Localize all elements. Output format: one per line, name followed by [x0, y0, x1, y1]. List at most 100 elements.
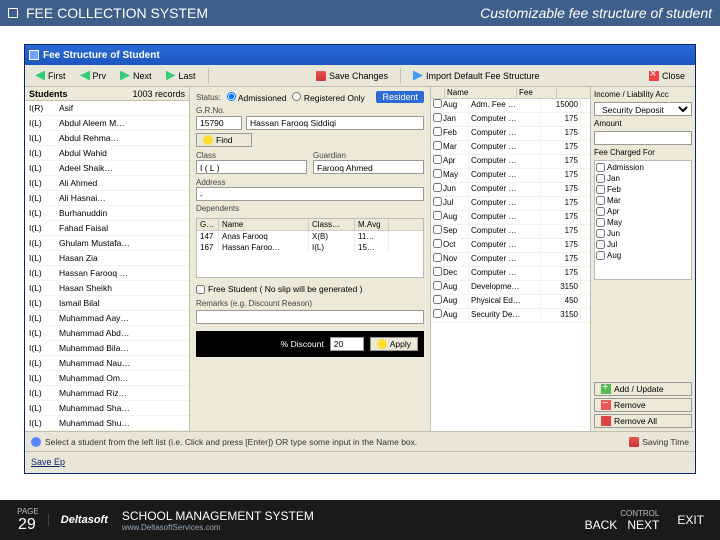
- list-item[interactable]: I(L)Muhammad Abd…: [25, 326, 189, 341]
- list-item[interactable]: I(L)Abdul Rehma…: [25, 131, 189, 146]
- income-select[interactable]: Security Deposit: [594, 102, 692, 116]
- apply-button[interactable]: Apply: [370, 337, 418, 351]
- table-row[interactable]: SepComputer …175: [431, 225, 590, 239]
- app-icon: [29, 50, 39, 60]
- sms-url: www.DeltasoftServices.com: [122, 523, 314, 532]
- month-checkbox[interactable]: May: [596, 217, 690, 228]
- list-item[interactable]: I(L)Muhammad Shu…: [25, 416, 189, 431]
- list-item[interactable]: I(L)Ghulam Mustafa…: [25, 236, 189, 251]
- list-item[interactable]: I(L)Muhammad Om…: [25, 371, 189, 386]
- table-row[interactable]: JanComputer …175: [431, 113, 590, 127]
- table-row[interactable]: DecComputer …175: [431, 267, 590, 281]
- table-row[interactable]: AprComputer …175: [431, 155, 590, 169]
- control-label: CONTROL: [620, 509, 659, 518]
- radio-registered[interactable]: Registered Only: [292, 92, 364, 103]
- save-row: Save Ep: [25, 451, 695, 471]
- table-row[interactable]: AugPhysical Ed…450: [431, 295, 590, 309]
- first-button[interactable]: First: [29, 70, 72, 82]
- status-message: Select a student from the left list (i.e…: [45, 437, 417, 447]
- table-row[interactable]: AugSecurity De…3150: [431, 309, 590, 323]
- list-item[interactable]: I(L)Abdul Wahid: [25, 146, 189, 161]
- table-row[interactable]: FebComputer …175: [431, 127, 590, 141]
- prev-icon: [80, 71, 90, 81]
- charged-for-list[interactable]: Admission Jan Feb Mar Apr May Jun Jul Au…: [594, 160, 692, 280]
- month-checkbox[interactable]: Mar: [596, 195, 690, 206]
- amount-input[interactable]: [594, 131, 692, 145]
- free-student-checkbox[interactable]: Free Student ( No slip will be generated…: [196, 284, 424, 294]
- remove-all-button[interactable]: Remove All: [594, 414, 692, 428]
- find-button[interactable]: Find: [196, 133, 252, 147]
- dependents-label: Dependents: [196, 204, 424, 213]
- back-button[interactable]: BACK: [585, 518, 618, 532]
- students-list[interactable]: I(R)AsifI(L)Abdul Aleem M…I(L)Abdul Rehm…: [25, 101, 189, 431]
- class-label: Class: [196, 151, 216, 160]
- next-button[interactable]: Next: [114, 70, 158, 82]
- prev-button[interactable]: Prv: [74, 70, 113, 82]
- list-item[interactable]: I(R)Asif: [25, 101, 189, 116]
- remove-button[interactable]: Remove: [594, 398, 692, 412]
- dependents-grid[interactable]: G…NameClass…M.Avg 147Anas FarooqX(B)11…1…: [196, 218, 424, 278]
- month-checkbox[interactable]: Jul: [596, 239, 690, 250]
- table-row[interactable]: MarComputer …175: [431, 141, 590, 155]
- discount-input[interactable]: [330, 337, 364, 351]
- first-icon: [35, 71, 45, 81]
- table-row[interactable]: JulComputer …175: [431, 197, 590, 211]
- month-checkbox[interactable]: Aug: [596, 250, 690, 261]
- table-row[interactable]: 167Hassan Faroo…I(L)15…: [197, 242, 423, 253]
- list-item[interactable]: I(L)Fahad Faisal: [25, 221, 189, 236]
- month-checkbox[interactable]: Jan: [596, 173, 690, 184]
- radio-admissioned[interactable]: Admissioned: [227, 92, 287, 103]
- import-icon: [413, 71, 423, 81]
- list-item[interactable]: I(L)Muhammad Aay…: [25, 311, 189, 326]
- last-button[interactable]: Last: [160, 70, 202, 82]
- table-row[interactable]: NovComputer …175: [431, 253, 590, 267]
- sms-title: SCHOOL MANAGEMENT SYSTEM: [122, 509, 314, 523]
- grno-input[interactable]: [196, 116, 242, 130]
- slide-subtitle: Customizable fee structure of student: [480, 5, 712, 21]
- table-row[interactable]: AugComputer …175: [431, 211, 590, 225]
- remarks-input[interactable]: [196, 310, 424, 324]
- list-item[interactable]: I(L)Hasan Sheikh: [25, 281, 189, 296]
- center-panel: Status: Admissioned Registered Only Resi…: [190, 87, 430, 431]
- month-checkbox[interactable]: Admission: [596, 162, 690, 173]
- month-checkbox[interactable]: Feb: [596, 184, 690, 195]
- exit-button[interactable]: EXIT: [677, 513, 704, 527]
- list-item[interactable]: I(L)Abdul Aleem M…: [25, 116, 189, 131]
- list-item[interactable]: I(L)Ali Hasnai…: [25, 191, 189, 206]
- slide-footer: PAGE 29 Deltasoft SCHOOL MANAGEMENT SYST…: [0, 500, 720, 540]
- save-button[interactable]: Save Changes: [310, 70, 394, 82]
- table-row[interactable]: AugAdm. Fee …15000: [431, 99, 590, 113]
- table-row[interactable]: MayComputer …175: [431, 169, 590, 183]
- save-ep-link[interactable]: Save Ep: [31, 457, 65, 467]
- list-item[interactable]: I(L)Hasan Zia: [25, 251, 189, 266]
- table-row[interactable]: JunComputer …175: [431, 183, 590, 197]
- list-item[interactable]: I(L)Ali Ahmed: [25, 176, 189, 191]
- list-item[interactable]: I(L)Ismail Bilal: [25, 296, 189, 311]
- next-slide-button[interactable]: NEXT: [627, 518, 659, 532]
- table-row[interactable]: OctComputer …175: [431, 239, 590, 253]
- charged-label: Fee Charged For: [594, 148, 692, 157]
- list-item[interactable]: I(L)Burhanuddin: [25, 206, 189, 221]
- close-button[interactable]: Close: [643, 70, 691, 82]
- import-button[interactable]: Import Default Fee Structure: [407, 70, 546, 82]
- grno-label: G.R.No.: [196, 106, 242, 115]
- fee-panel: NameFee AugAdm. Fee …15000JanComputer …1…: [430, 87, 590, 431]
- fee-grid[interactable]: NameFee AugAdm. Fee …15000JanComputer …1…: [431, 87, 590, 431]
- list-item[interactable]: I(L)Hassan Farooq …: [25, 266, 189, 281]
- add-update-button[interactable]: Add / Update: [594, 382, 692, 396]
- app-window: Fee Structure of Student First Prv Next …: [24, 44, 696, 474]
- list-item[interactable]: I(L)Adeel Shaik…: [25, 161, 189, 176]
- income-label: Income / Liability Acc: [594, 90, 692, 99]
- list-item[interactable]: I(L)Muhammad Nau…: [25, 356, 189, 371]
- name-input[interactable]: [246, 116, 424, 130]
- status-label: Status:: [196, 93, 221, 102]
- month-checkbox[interactable]: Jun: [596, 228, 690, 239]
- list-item[interactable]: I(L)Muhammad Riz…: [25, 386, 189, 401]
- month-checkbox[interactable]: Apr: [596, 206, 690, 217]
- students-label: Students: [29, 89, 68, 98]
- table-row[interactable]: 147Anas FarooqX(B)11…: [197, 231, 423, 242]
- table-row[interactable]: AugDevelopme…3150: [431, 281, 590, 295]
- x-icon: [601, 416, 611, 426]
- list-item[interactable]: I(L)Muhammad Sha…: [25, 401, 189, 416]
- list-item[interactable]: I(L)Muhammad Bila…: [25, 341, 189, 356]
